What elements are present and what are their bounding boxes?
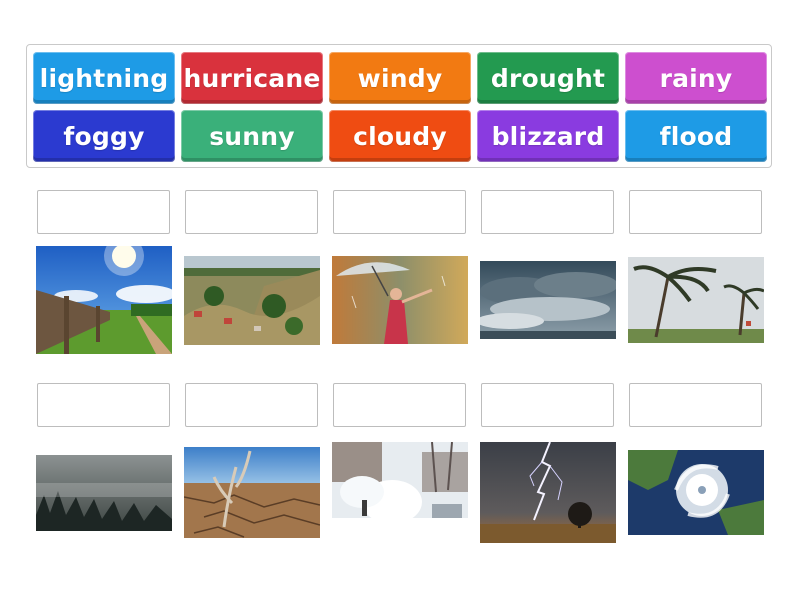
foggy-forest-image bbox=[36, 455, 172, 531]
word-bank: lightning hurricane windy drought rainy … bbox=[26, 44, 772, 168]
tile-label: rainy bbox=[659, 63, 733, 93]
tile-windy[interactable]: windy bbox=[329, 52, 471, 104]
answer-slot-8[interactable] bbox=[333, 383, 466, 427]
answer-slot-6[interactable] bbox=[37, 383, 170, 427]
answer-slot-7[interactable] bbox=[185, 383, 318, 427]
tile-flood[interactable]: flood bbox=[625, 110, 767, 162]
tile-cloudy[interactable]: cloudy bbox=[329, 110, 471, 162]
snow-blower-blizzard-image bbox=[332, 442, 468, 544]
tile-label: cloudy bbox=[353, 121, 447, 151]
tile-sunny[interactable]: sunny bbox=[181, 110, 323, 162]
tile-label: sunny bbox=[209, 121, 295, 151]
flooded-town-image bbox=[184, 256, 320, 345]
answer-slot-9[interactable] bbox=[481, 383, 614, 427]
answer-slot-4[interactable] bbox=[481, 190, 614, 234]
lightning-strike-image bbox=[480, 442, 616, 543]
tile-rainy[interactable]: rainy bbox=[625, 52, 767, 104]
answer-slot-2[interactable] bbox=[185, 190, 318, 234]
tile-label: flood bbox=[659, 121, 733, 151]
tile-label: blizzard bbox=[491, 121, 605, 151]
tile-foggy[interactable]: foggy bbox=[33, 110, 175, 162]
tile-label: foggy bbox=[63, 121, 145, 151]
windy-palm-trees-image bbox=[628, 257, 764, 343]
tile-lightning[interactable]: lightning bbox=[33, 52, 175, 104]
answer-slot-3[interactable] bbox=[333, 190, 466, 234]
answer-slot-5[interactable] bbox=[629, 190, 762, 234]
woman-umbrella-rain-image bbox=[332, 256, 468, 344]
tile-label: windy bbox=[357, 63, 443, 93]
answer-slot-10[interactable] bbox=[629, 383, 762, 427]
tile-blizzard[interactable]: blizzard bbox=[477, 110, 619, 162]
tile-label: drought bbox=[490, 63, 606, 93]
tile-label: hurricane bbox=[183, 63, 321, 93]
tile-label: lightning bbox=[39, 63, 169, 93]
tile-drought[interactable]: drought bbox=[477, 52, 619, 104]
hurricane-satellite-image bbox=[628, 450, 764, 535]
sunny-field-image bbox=[36, 246, 172, 354]
cracked-drought-ground-image bbox=[184, 447, 320, 538]
answer-slot-1[interactable] bbox=[37, 190, 170, 234]
tile-hurricane[interactable]: hurricane bbox=[181, 52, 323, 104]
storm-clouds-image bbox=[480, 261, 616, 339]
